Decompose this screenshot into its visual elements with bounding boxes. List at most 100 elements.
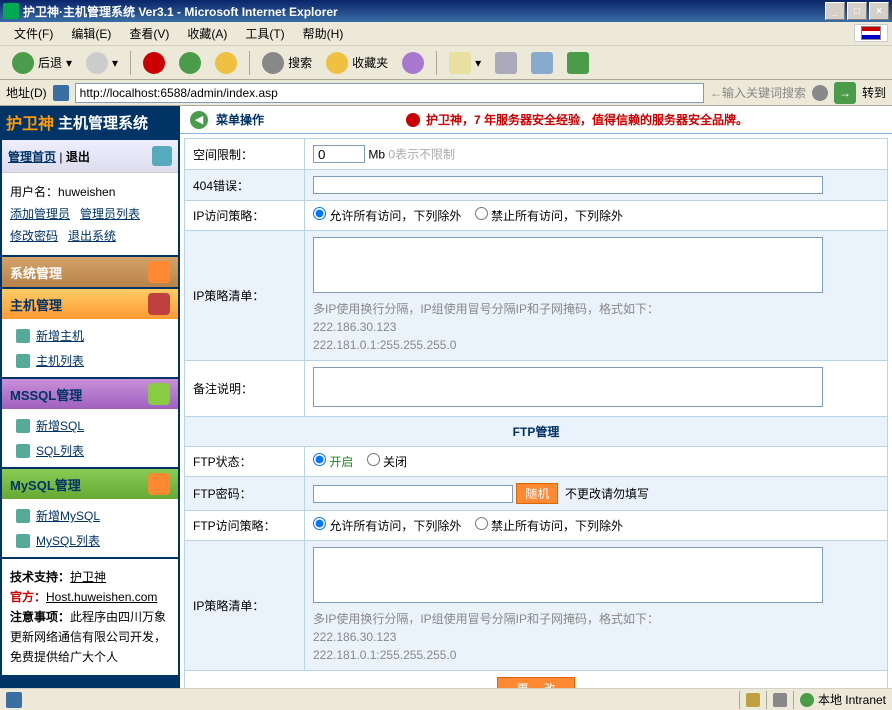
back-button[interactable]: 后退▾ — [6, 48, 78, 78]
sidebar-item-mysql-list[interactable]: MySQL列表 — [2, 528, 178, 553]
menu-view[interactable]: 查看(V) — [121, 22, 177, 45]
dropdown-icon: ▾ — [66, 56, 72, 70]
address-input[interactable] — [75, 83, 704, 103]
messenger-button[interactable] — [561, 48, 595, 78]
sidebar-item-host-list[interactable]: 主机列表 — [2, 348, 178, 373]
brand: 护卫神 主机管理系统 — [0, 106, 180, 138]
section-host-header[interactable]: 主机管理 — [2, 289, 178, 319]
ftp-pwd-hint: 不更改请勿填写 — [565, 487, 649, 501]
list-icon — [16, 534, 30, 548]
back-icon — [12, 52, 34, 74]
sidebar-item-add-mysql[interactable]: 新增MySQL — [2, 503, 178, 528]
ip-deny-radio[interactable]: 禁止所有访问，下列除外 — [475, 209, 623, 223]
toolbar: 后退▾ ▾ 搜索 收藏夹 ▾ — [0, 46, 892, 80]
go-button[interactable]: → — [834, 82, 856, 104]
gear-icon — [148, 261, 170, 283]
section-system: 系统管理 — [2, 257, 178, 287]
ftp-ip-list-textarea[interactable] — [313, 547, 823, 603]
section-host: 主机管理 新增主机 主机列表 — [2, 289, 178, 377]
ip-policy-label: IP访问策略： — [185, 201, 305, 231]
addressbar: 地址(D) ←输入关键词搜索 → 转到 — [0, 80, 892, 106]
lock-icon — [746, 693, 760, 707]
username-label: 用户名： — [10, 185, 58, 199]
favorites-label: 收藏夹 — [352, 54, 388, 71]
edit-icon — [531, 52, 553, 74]
page-icon — [53, 85, 69, 101]
dropdown-icon: ▾ — [475, 56, 481, 70]
ftp-on-radio[interactable]: 开启 — [313, 455, 353, 469]
admin-list-link[interactable]: 管理员列表 — [80, 207, 140, 221]
form-table: 空间限制： Mb 0表示不限制 404错误： IP访问策略： 允许所有访问，下列… — [184, 138, 888, 688]
official-label: 官方： — [10, 590, 46, 604]
separator — [436, 51, 437, 75]
err404-input[interactable] — [313, 176, 823, 194]
err404-label: 404错误： — [185, 170, 305, 201]
stop-icon — [143, 52, 165, 74]
ip-allow-radio[interactable]: 允许所有访问，下列除外 — [313, 209, 461, 223]
print-button[interactable] — [489, 48, 523, 78]
history-button[interactable] — [396, 48, 430, 78]
mail-button[interactable]: ▾ — [443, 48, 487, 78]
space-unit: Mb — [368, 148, 385, 162]
remark-label: 备注说明： — [185, 361, 305, 417]
sidebar-item-add-host[interactable]: 新增主机 — [2, 323, 178, 348]
ftp-pwd-input[interactable] — [313, 485, 513, 503]
section-mysql-header[interactable]: MySQL管理 — [2, 469, 178, 499]
change-password-link[interactable]: 修改密码 — [10, 229, 58, 243]
section-mssql-header[interactable]: MSSQL管理 — [2, 379, 178, 409]
close-button[interactable]: × — [869, 2, 889, 20]
logout-link[interactable]: 退出 — [66, 150, 90, 164]
tech-link[interactable]: 护卫神 — [70, 570, 106, 584]
submit-button[interactable]: 更 改 — [497, 677, 574, 688]
menu-file[interactable]: 文件(F) — [6, 22, 61, 45]
ftp-random-button[interactable]: 随机 — [516, 483, 558, 504]
ftp-off-radio[interactable]: 关闭 — [367, 455, 407, 469]
section-mssql: MSSQL管理 新增SQL SQL列表 — [2, 379, 178, 467]
minimize-button[interactable]: _ — [825, 2, 845, 20]
menu-tools[interactable]: 工具(T) — [237, 22, 292, 45]
ip-list-textarea[interactable] — [313, 237, 823, 293]
add-admin-link[interactable]: 添加管理员 — [10, 207, 70, 221]
section-system-title: 系统管理 — [10, 263, 62, 282]
back-icon[interactable]: ◀ — [190, 111, 208, 129]
brand-logo: 护卫神 — [6, 110, 54, 134]
menu-help[interactable]: 帮助(H) — [295, 22, 352, 45]
titlebar: 护卫神·主机管理系统 Ver3.1 - Microsoft Internet E… — [0, 0, 892, 22]
stop-button[interactable] — [137, 48, 171, 78]
search-button[interactable]: 搜索 — [256, 48, 318, 78]
favorites-button[interactable]: 收藏夹 — [320, 48, 394, 78]
forward-icon — [86, 52, 108, 74]
home-icon — [215, 52, 237, 74]
official-link[interactable]: Host.huweishen.com — [46, 590, 157, 604]
space-limit-label: 空间限制： — [185, 139, 305, 170]
ftp-deny-radio[interactable]: 禁止所有访问，下列除外 — [475, 519, 623, 533]
menu-edit[interactable]: 编辑(E) — [63, 22, 119, 45]
maximize-button[interactable]: □ — [847, 2, 867, 20]
refresh-button[interactable] — [173, 48, 207, 78]
support-box: 技术支持：护卫神 官方：Host.huweishen.com 注意事项：此程序由… — [2, 559, 178, 675]
content: 护卫神 主机管理系统 管理首页 | 退出 用户名：huweishen 添加管理员… — [0, 106, 892, 688]
brand-name: 主机管理系统 — [58, 112, 148, 133]
edit-button[interactable] — [525, 48, 559, 78]
add-icon — [16, 419, 30, 433]
home-button[interactable] — [209, 48, 243, 78]
menu-favorites[interactable]: 收藏(A) — [179, 22, 235, 45]
ftp-ip-list-label: IP策略清单： — [185, 541, 305, 671]
ip-list-hint: 多IP使用换行分隔，IP组使用冒号分隔IP和子网掩码，格式如下： 222.186… — [313, 300, 879, 354]
section-mysql: MySQL管理 新增MySQL MySQL列表 — [2, 469, 178, 557]
section-mssql-title: MSSQL管理 — [10, 385, 82, 404]
ftp-allow-radio[interactable]: 允许所有访问，下列除外 — [313, 519, 461, 533]
remark-textarea[interactable] — [313, 367, 823, 407]
sidebar-item-add-sql[interactable]: 新增SQL — [2, 413, 178, 438]
home-link[interactable]: 管理首页 — [8, 150, 56, 164]
exit-system-link[interactable]: 退出系统 — [68, 229, 116, 243]
search-icon[interactable] — [812, 85, 828, 101]
space-limit-input[interactable] — [313, 145, 365, 163]
forward-button[interactable]: ▾ — [80, 48, 124, 78]
messenger-icon — [567, 52, 589, 74]
separator — [249, 51, 250, 75]
ie-throbber-icon — [854, 24, 888, 42]
sidebar-item-sql-list[interactable]: SQL列表 — [2, 438, 178, 463]
section-system-header[interactable]: 系统管理 — [2, 257, 178, 287]
search-hint: ←输入关键词搜索 — [710, 84, 806, 101]
